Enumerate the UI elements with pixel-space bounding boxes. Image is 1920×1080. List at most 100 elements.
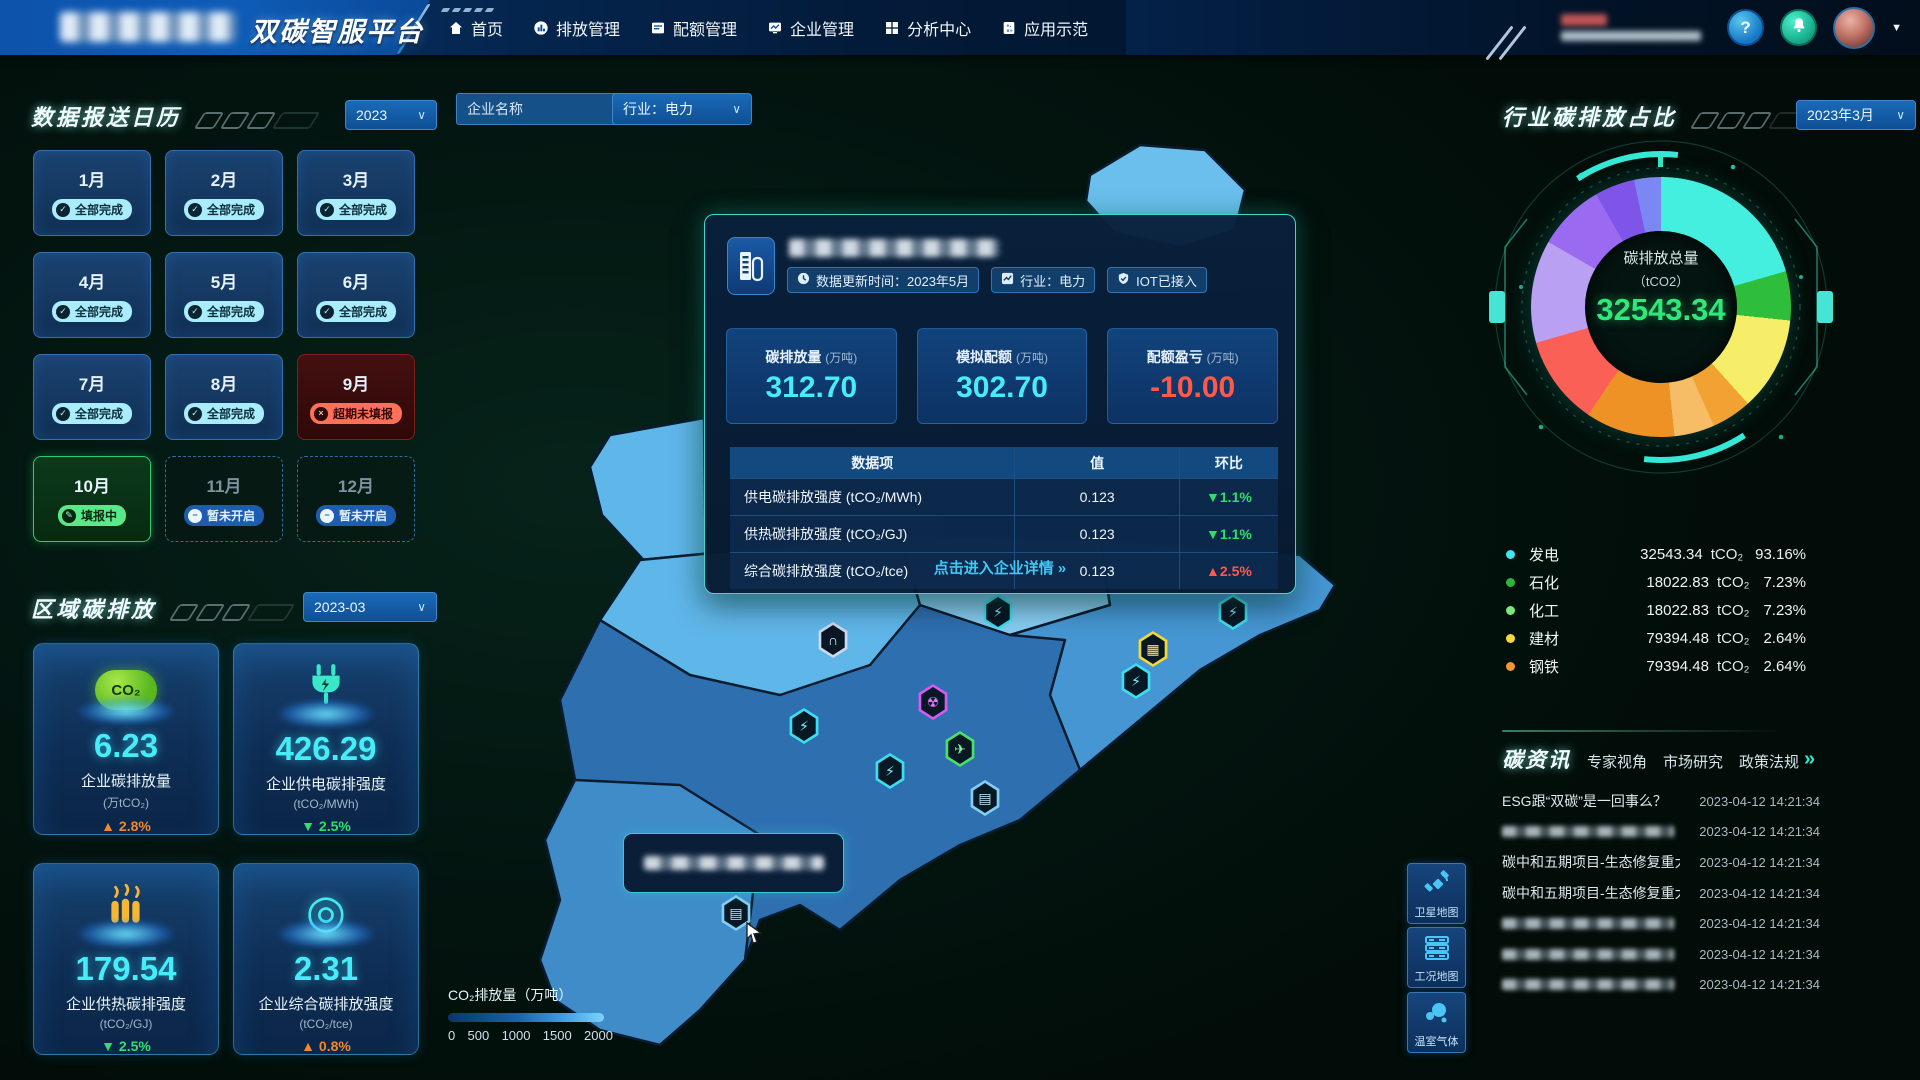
industry-filter-select[interactable]: 行业：电力 ∨	[612, 93, 752, 125]
redacted-news-title	[1502, 918, 1674, 929]
news-item[interactable]: 碳中和五期项目-生态修复重大工程... 2023-04-12 14:21:34	[1502, 847, 1820, 878]
bolt-icon: ⚡	[1131, 674, 1141, 688]
enterprise-popup: 数据更新时间：2023年5月 行业：电力 IOT已接入 碳排放量 (万吨) 31…	[704, 214, 1296, 594]
glow-pedestal	[78, 698, 174, 725]
nav-item-quota[interactable]: 配额管理	[650, 16, 737, 40]
region-panel-header: 区域碳排放	[31, 592, 290, 624]
status-badge-pending: −暂未开启	[184, 505, 264, 526]
tab-market-research[interactable]: 市场研究	[1663, 751, 1723, 772]
industry-badge: 行业：电力	[991, 267, 1095, 293]
greenhouse-gas-button[interactable]: 温室气体	[1407, 992, 1466, 1053]
calculator-icon: +-×÷	[1001, 20, 1017, 36]
month-card-jun[interactable]: 6月 ✓全部完成	[297, 252, 415, 338]
check-icon: ✓	[320, 203, 334, 217]
legend-dot	[1506, 634, 1515, 643]
satellite-icon	[1422, 864, 1452, 904]
help-button[interactable]: ?	[1727, 9, 1764, 46]
legend-row: 石化 18022.83 tCO₂ 7.23%	[1506, 568, 1806, 596]
document-icon: ▤	[978, 791, 991, 805]
month-card-feb[interactable]: 2月 ✓全部完成	[165, 150, 283, 236]
stat-balance: 配额盈亏 (万吨) -10.00	[1107, 328, 1278, 424]
nav-item-emission[interactable]: 排放管理	[533, 16, 620, 40]
status-badge: ✓全部完成	[184, 403, 264, 424]
magnet-icon: ∩	[828, 633, 838, 647]
glow-pedestal	[278, 700, 374, 728]
nav-right-decoration	[1498, 22, 1558, 62]
month-card-mar[interactable]: 3月 ✓全部完成	[297, 150, 415, 236]
region-period-select[interactable]: 2023-03 ∨	[303, 592, 437, 622]
news-item-redacted[interactable]: 2023-04-12 14:21:34	[1502, 908, 1820, 939]
month-card-jul[interactable]: 7月 ✓全部完成	[33, 354, 151, 440]
legend-row: 建材 79394.48 tCO₂ 2.64%	[1506, 624, 1806, 652]
news-item-redacted[interactable]: 2023-04-12 14:21:34	[1502, 939, 1820, 970]
month-card-dec[interactable]: 12月 −暂未开启	[297, 456, 415, 542]
status-badge: ✓全部完成	[52, 199, 132, 220]
month-card-oct[interactable]: 10月 ✎填报中	[33, 456, 151, 542]
metric-delta: ▲ 0.8%	[301, 1038, 351, 1054]
nav-item-demo[interactable]: +-×÷ 应用示范	[1001, 16, 1088, 40]
top-nav: 双碳智服平台 首页 排放管理 配额管理 企业管理 分析中心	[0, 0, 1920, 55]
month-card-apr[interactable]: 4月 ✓全部完成	[33, 252, 151, 338]
user-avatar[interactable]	[1833, 7, 1875, 49]
notifications-button[interactable]	[1780, 9, 1817, 46]
tab-expert-view[interactable]: 专家视角	[1587, 751, 1647, 772]
news-item-redacted[interactable]: 2023-04-12 14:21:34	[1502, 817, 1820, 848]
bell-icon	[1790, 16, 1808, 39]
title-decoration	[199, 112, 315, 129]
redacted-news-title	[1502, 826, 1674, 837]
metric-delta: ▲ 2.8%	[101, 818, 151, 834]
news-item-redacted[interactable]: 2023-04-12 14:21:34	[1502, 970, 1820, 1001]
legend-dot	[1506, 662, 1515, 671]
stat-value: 302.70	[956, 371, 1048, 405]
enterprise-detail-link[interactable]: 点击进入企业详情 »	[705, 557, 1295, 578]
month-card-aug[interactable]: 8月 ✓全部完成	[165, 354, 283, 440]
news-item[interactable]: 碳中和五期项目-生态修复重大工程 2023-04-12 14:21:34	[1502, 878, 1820, 909]
news-item[interactable]: ESG跟“双碳”是一回事么？ 2023-04-12 14:21:34	[1502, 786, 1820, 817]
bolt-icon: ⚡	[885, 764, 895, 778]
table-header-row: 数据项 值 环比	[730, 447, 1278, 479]
tab-policy[interactable]: 政策法规	[1739, 751, 1799, 772]
chevron-down-icon: ∨	[417, 108, 426, 122]
month-card-may[interactable]: 5月 ✓全部完成	[165, 252, 283, 338]
month-card-sep[interactable]: 9月 ×超期未填报	[297, 354, 415, 440]
operating-map-button[interactable]: 工况地图	[1407, 927, 1466, 988]
metric-delta: ▼ 2.5%	[301, 818, 351, 834]
news-list: ESG跟“双碳”是一回事么？ 2023-04-12 14:21:34 2023-…	[1502, 786, 1820, 1000]
title-decoration	[174, 604, 290, 621]
enterprise-monitor-icon	[767, 20, 783, 36]
donut-center-text: 碳排放总量 （tCO2） 32543.34	[1561, 247, 1761, 328]
redacted-logo	[60, 12, 236, 42]
check-icon: ✓	[320, 305, 334, 319]
status-badge-active: ✎填报中	[58, 505, 126, 526]
check-icon: ✓	[188, 305, 202, 319]
chevron-down-icon: ∨	[732, 102, 741, 116]
metric-value: 179.54	[76, 950, 177, 988]
check-icon: ✓	[56, 305, 70, 319]
calendar-year-select[interactable]: 2023 ∨	[345, 100, 437, 130]
news-more-arrow[interactable]: »	[1804, 748, 1815, 771]
redacted-news-title	[1502, 949, 1674, 960]
nav-right-cluster: ? ▼	[1561, 0, 1902, 55]
home-icon	[448, 20, 464, 36]
nav-item-analysis[interactable]: 分析中心	[884, 16, 971, 40]
legend-dot	[1506, 606, 1515, 615]
month-card-jan[interactable]: 1月 ✓全部完成	[33, 150, 151, 236]
industry-period-select[interactable]: 2023年3月 ∨	[1796, 100, 1916, 130]
bolt-icon: ⚡	[799, 719, 809, 733]
nav-item-enterprise[interactable]: 企业管理	[767, 16, 854, 40]
user-menu-caret-icon[interactable]: ▼	[1891, 22, 1902, 34]
nav-item-home[interactable]: 首页	[448, 16, 503, 40]
status-badge: ✓全部完成	[184, 301, 264, 322]
map-tooltip	[623, 833, 844, 893]
metric-value: 426.29	[276, 730, 377, 768]
iot-badge: IOT已接入	[1107, 267, 1207, 293]
check-icon: ✓	[188, 203, 202, 217]
company-search-input[interactable]	[456, 93, 618, 125]
legend-row: 发电 32543.34 tCO₂ 93.16%	[1506, 540, 1806, 568]
glow-pedestal	[78, 920, 174, 948]
calendar-panel-header: 数据报送日历	[31, 100, 315, 132]
status-badge: ✓全部完成	[52, 301, 132, 322]
calendar-grid: 1月 ✓全部完成 2月 ✓全部完成 3月 ✓全部完成 4月 ✓全部完成 5月 ✓…	[33, 150, 415, 542]
month-card-nov[interactable]: 11月 −暂未开启	[165, 456, 283, 542]
satellite-map-button[interactable]: 卫星地图	[1407, 863, 1466, 924]
